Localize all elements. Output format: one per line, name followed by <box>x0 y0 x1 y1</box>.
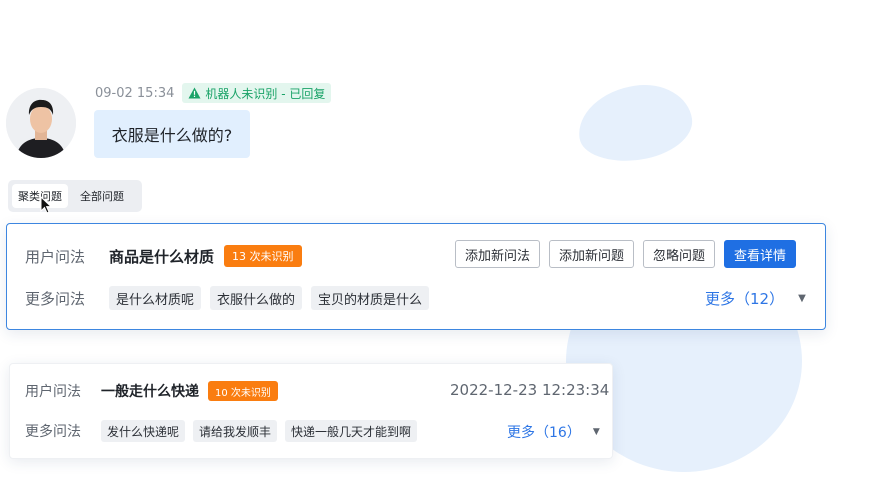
caret-down-icon[interactable]: ▼ <box>798 293 806 304</box>
variants-row: 更多问法 是什么材质呢 衣服什么做的 宝贝的材质是什么 <box>25 286 430 310</box>
question-datetime: 2022-12-23 12:23:34 <box>450 381 610 399</box>
message-timestamp: 09-02 15:34 <box>95 85 175 101</box>
add-phrase-button[interactable]: 添加新问法 <box>455 240 541 268</box>
mouse-pointer-icon <box>40 196 52 214</box>
conversation-panel: 09-02 15:34 机器人未识别 - 已回复 衣服是什么做的? 聚类问题 全… <box>0 0 880 484</box>
card-header-row: 用户问法 商品是什么材质 13 次未识别 <box>25 242 302 270</box>
warning-triangle-icon <box>188 87 201 99</box>
more-phrases-label: 更多问法 <box>25 289 86 308</box>
question-title: 一般走什么快递 <box>101 384 199 400</box>
more-link[interactable]: 更多（16） ▼ <box>507 422 600 442</box>
variants-row: 更多问法 发什么快递呢 请给我发顺丰 快递一般几天才能到啊 <box>25 420 418 442</box>
status-text: 机器人未识别 - 已回复 <box>205 86 326 101</box>
question-title: 商品是什么材质 <box>109 247 215 266</box>
variant-chip: 请给我发顺丰 <box>193 420 278 442</box>
chat-bubble: 衣服是什么做的? <box>94 110 250 158</box>
question-cluster-card[interactable]: 用户问法 商品是什么材质 13 次未识别 添加新问法 添加新问题 忽略问题 查看… <box>6 223 826 330</box>
variant-chip: 衣服什么做的 <box>210 286 303 310</box>
message-text: 衣服是什么做的? <box>111 126 233 145</box>
message-meta: 09-02 15:34 机器人未识别 - 已回复 <box>95 83 332 103</box>
question-tabs: 聚类问题 全部问题 <box>8 180 142 212</box>
avatar <box>6 88 76 158</box>
more-link[interactable]: 更多（12） ▼ <box>705 288 806 309</box>
card-header-row: 用户问法 一般走什么快递 10 次未识别 <box>25 379 278 403</box>
variant-chip: 是什么材质呢 <box>109 286 202 310</box>
unrecognized-count-badge: 10 次未识别 <box>208 381 278 401</box>
variant-chip: 宝贝的材质是什么 <box>311 286 430 310</box>
tab-all-questions[interactable]: 全部问题 <box>74 184 130 208</box>
user-avatar-icon <box>6 88 76 158</box>
user-question-label: 用户问法 <box>25 247 86 266</box>
decorative-blob <box>573 78 697 168</box>
variant-chip: 发什么快递呢 <box>101 420 186 442</box>
add-question-button[interactable]: 添加新问题 <box>549 240 635 268</box>
more-phrases-label: 更多问法 <box>25 424 81 440</box>
status-badge: 机器人未识别 - 已回复 <box>182 83 332 103</box>
more-link-text[interactable]: 更多（12） <box>705 288 784 309</box>
view-details-button[interactable]: 查看详情 <box>724 240 797 268</box>
more-link-text[interactable]: 更多（16） <box>507 422 581 442</box>
variant-chip: 快递一般几天才能到啊 <box>285 420 418 442</box>
ignore-question-button[interactable]: 忽略问题 <box>643 240 716 268</box>
question-cluster-card[interactable]: 用户问法 一般走什么快递 10 次未识别 2022-12-23 12:23:34… <box>9 363 613 459</box>
card-actions: 添加新问法 添加新问题 忽略问题 查看详情 <box>455 240 797 268</box>
caret-down-icon[interactable]: ▼ <box>593 427 600 437</box>
unrecognized-count-badge: 13 次未识别 <box>224 245 302 267</box>
user-question-label: 用户问法 <box>25 384 81 400</box>
